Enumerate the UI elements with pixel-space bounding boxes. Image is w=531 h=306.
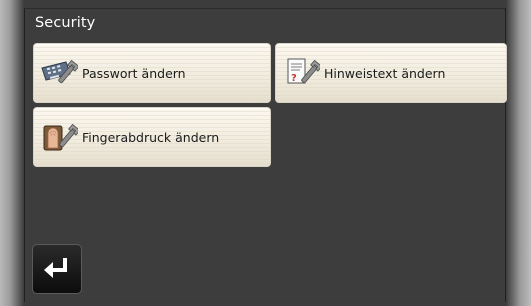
change-fingerprint-button[interactable]: Fingerabdruck ändern: [33, 107, 271, 167]
security-screen: Security Passwort ändern ? Hinweistext ä…: [24, 8, 507, 302]
change-fingerprint-label: Fingerabdruck ändern: [82, 129, 220, 145]
keyboard-wrench-icon: [41, 59, 78, 84]
change-hint-text-label: Hinweistext ändern: [324, 65, 446, 81]
device-frame: Security Passwort ändern ? Hinweistext ä…: [0, 0, 531, 306]
change-password-button[interactable]: Passwort ändern: [33, 43, 271, 103]
return-arrow-icon: [44, 258, 67, 278]
document-wrench-icon: ?: [287, 58, 320, 84]
change-hint-text-button[interactable]: ? Hinweistext ändern: [275, 43, 507, 103]
back-button[interactable]: [32, 244, 82, 294]
page-title: Security: [35, 15, 96, 31]
fingerprint-wrench-icon: [43, 123, 78, 151]
svg-text:?: ?: [291, 73, 297, 84]
change-password-label: Passwort ändern: [82, 65, 186, 81]
